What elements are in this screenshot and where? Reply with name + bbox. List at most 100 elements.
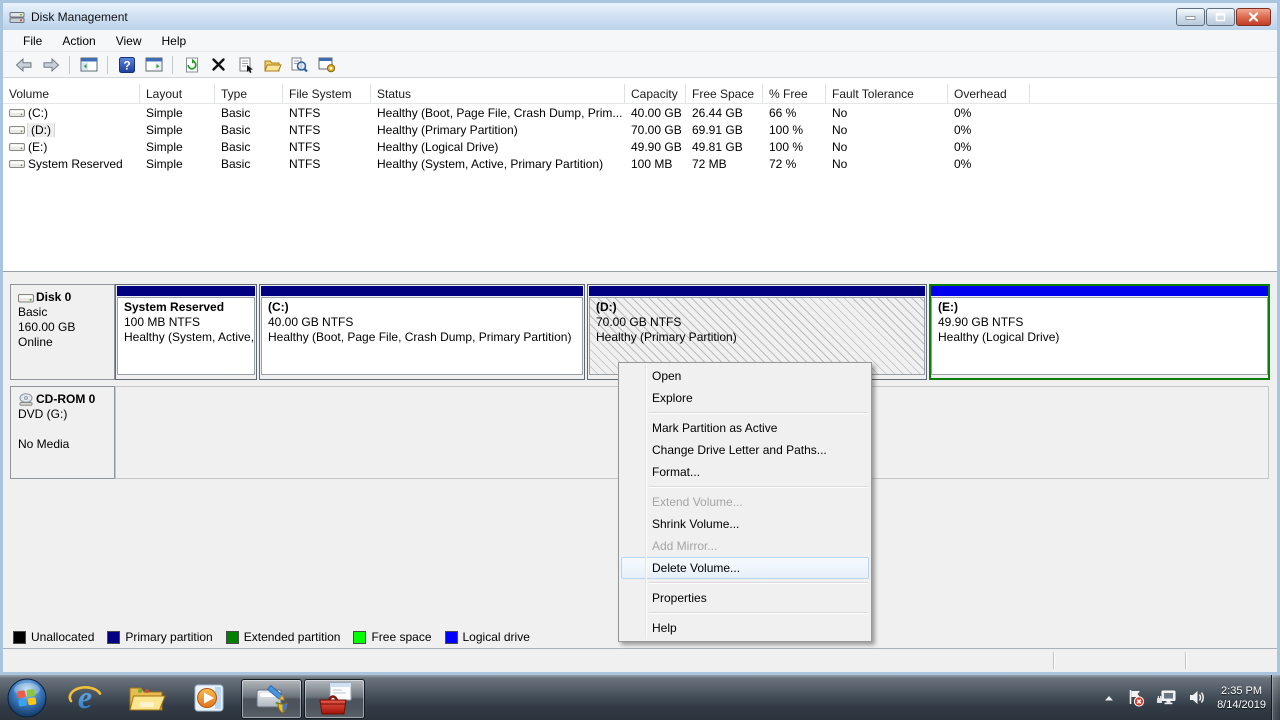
close-button[interactable] (1236, 8, 1271, 26)
column-header[interactable]: Layout (140, 84, 215, 103)
disk0-state: Online (18, 335, 112, 350)
flag-alert-icon (1126, 688, 1145, 707)
cell-type: Basic (215, 123, 283, 137)
menu-item-mark-partition-as-active[interactable]: Mark Partition as Active (621, 417, 869, 439)
column-header[interactable]: Fault Tolerance (826, 84, 948, 103)
manage-button[interactable] (314, 54, 339, 76)
menu-item-explore[interactable]: Explore (621, 387, 869, 409)
speaker-icon (1188, 689, 1206, 706)
column-header[interactable]: Volume (3, 84, 140, 103)
column-header[interactable]: Status (371, 84, 625, 103)
partition-e-extended[interactable]: (E:) 49.90 GB NTFS Healthy (Logical Driv… (929, 284, 1270, 380)
menu-item-delete-volume[interactable]: Delete Volume... (621, 557, 869, 579)
show-desktop-button[interactable] (1271, 675, 1280, 720)
show-hide-console-tree-button[interactable] (76, 54, 101, 76)
partition-system-reserved[interactable]: System Reserved 100 MB NTFS Healthy (Sys… (115, 284, 257, 380)
cell-layout: Simple (140, 140, 215, 154)
menu-file[interactable]: File (13, 31, 52, 51)
column-header[interactable]: Type (215, 84, 283, 103)
cell-file_system: NTFS (283, 157, 371, 171)
cell-volume: (D:) (3, 123, 140, 137)
menu-item-properties[interactable]: Properties (621, 587, 869, 609)
minimize-button[interactable] (1176, 8, 1205, 26)
disk0-info-panel[interactable]: Disk 0 Basic 160.00 GB Online (10, 284, 115, 380)
help-icon: ? (119, 57, 135, 73)
taskbar-toolbox-button[interactable] (304, 679, 365, 719)
start-orb-icon (6, 677, 48, 719)
cell-capacity: 70.00 GB (625, 123, 686, 137)
column-header[interactable]: File System (283, 84, 371, 103)
back-button[interactable] (11, 54, 36, 76)
legend-label: Unallocated (31, 630, 94, 644)
menubar: FileActionViewHelp (3, 30, 1277, 52)
menu-item-change-drive-letter-and-paths[interactable]: Change Drive Letter and Paths... (621, 439, 869, 461)
volume-icon[interactable] (1188, 689, 1206, 706)
cell-pct_free: 72 % (763, 157, 826, 171)
taskbar-disk-management-button[interactable] (241, 679, 302, 719)
help-button[interactable]: ? (114, 54, 139, 76)
disk-icon (18, 292, 35, 304)
partition-label: (C:) (268, 300, 580, 315)
network-monitor-icon (1156, 689, 1177, 706)
media-player-icon (191, 681, 227, 715)
menu-item-format[interactable]: Format... (621, 461, 869, 483)
forward-button[interactable] (38, 54, 63, 76)
taskbar-media-player[interactable] (178, 675, 240, 720)
cdrom-info-panel[interactable]: CD-ROM 0 DVD (G:) No Media (10, 386, 115, 479)
maximize-icon (1215, 12, 1226, 22)
menu-help[interactable]: Help (152, 31, 197, 51)
column-header[interactable]: Capacity (625, 84, 686, 103)
volume-label: (E:) (28, 140, 47, 154)
volume-row[interactable]: (E:)SimpleBasicNTFSHealthy (Logical Driv… (3, 138, 1277, 155)
disk-management-icon (253, 681, 291, 717)
menu-item-shrink-volume[interactable]: Shrink Volume... (621, 513, 869, 535)
open-button[interactable] (260, 54, 285, 76)
maximize-button[interactable] (1206, 8, 1235, 26)
start-button[interactable] (0, 675, 54, 720)
cdrom-kind: DVD (G:) (18, 407, 112, 422)
taskbar-clock[interactable]: 2:35 PM 8/14/2019 (1217, 684, 1268, 712)
column-header[interactable]: Free Space (686, 84, 763, 103)
partition-status: Healthy (Primary Partition) (596, 330, 922, 345)
status-bar (3, 648, 1277, 672)
legend-item: Extended partition (226, 630, 341, 644)
cdrom-name: CD-ROM 0 (36, 392, 95, 407)
clock-time: 2:35 PM (1217, 684, 1266, 698)
partition-size: 100 MB NTFS (124, 315, 252, 330)
menu-item-open[interactable]: Open (621, 365, 869, 387)
legend-item: Free space (353, 630, 431, 644)
menu-item-add-mirror[interactable]: Add Mirror... (621, 535, 869, 557)
menu-action[interactable]: Action (52, 31, 105, 51)
properties-button[interactable] (233, 54, 258, 76)
cell-file_system: NTFS (283, 123, 371, 137)
menu-separator (649, 612, 868, 613)
taskbar-windows-explorer[interactable] (116, 675, 178, 720)
menu-view[interactable]: View (106, 31, 152, 51)
volume-label: (C:) (28, 106, 48, 120)
menu-item-help[interactable]: Help (621, 617, 869, 639)
network-icon[interactable] (1156, 689, 1177, 706)
cell-pct_free: 100 % (763, 123, 826, 137)
show-hidden-icons-button[interactable] (1103, 693, 1115, 703)
properties-icon (238, 57, 254, 73)
action-center-icon[interactable] (1126, 688, 1145, 707)
partition-header-primary (261, 286, 583, 296)
column-header[interactable]: Overhead (948, 84, 1030, 103)
taskbar-internet-explorer[interactable]: e (54, 675, 116, 720)
toolbar: ? (3, 52, 1277, 78)
volume-row[interactable]: (D:)SimpleBasicNTFSHealthy (Primary Part… (3, 121, 1277, 138)
refresh-button[interactable] (179, 54, 204, 76)
delete-volume-button[interactable] (206, 54, 231, 76)
volume-label: System Reserved (28, 157, 123, 171)
show-hide-action-pane-button[interactable] (141, 54, 166, 76)
partition-c[interactable]: (C:) 40.00 GB NTFS Healthy (Boot, Page F… (259, 284, 585, 380)
column-header[interactable]: % Free (763, 84, 826, 103)
menu-item-extend-volume[interactable]: Extend Volume... (621, 491, 869, 513)
find-button[interactable] (287, 54, 312, 76)
volume-row[interactable]: (C:)SimpleBasicNTFSHealthy (Boot, Page F… (3, 104, 1277, 121)
volume-row[interactable]: System ReservedSimpleBasicNTFSHealthy (S… (3, 155, 1277, 172)
title-bar[interactable]: Disk Management (3, 3, 1277, 30)
status-divider (1185, 652, 1186, 669)
legend-swatch (445, 631, 458, 644)
cell-volume: System Reserved (3, 157, 140, 171)
